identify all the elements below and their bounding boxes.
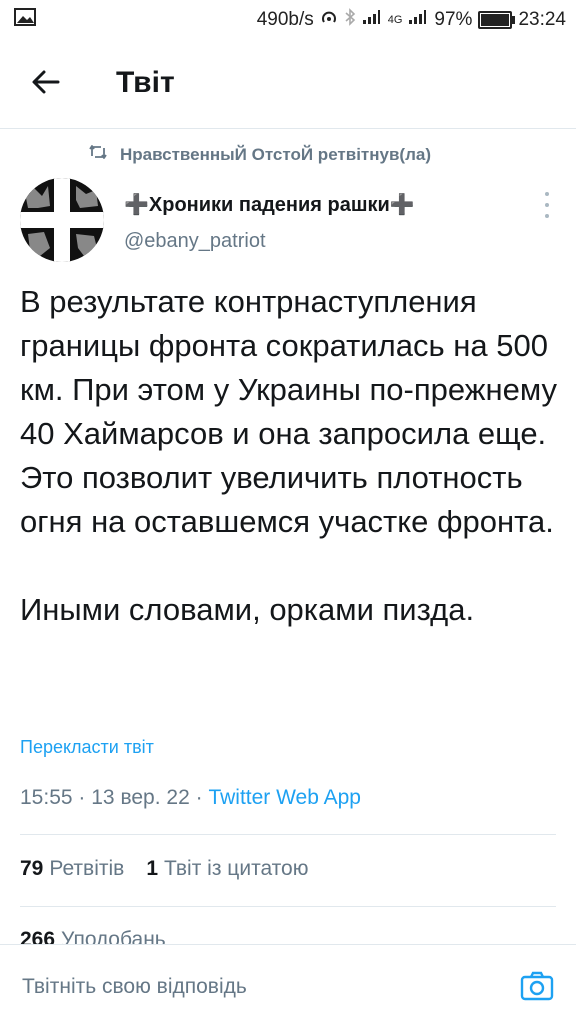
likes-label: Уподобань bbox=[61, 928, 166, 944]
clock: 23:24 bbox=[518, 9, 566, 30]
network-type: 4G bbox=[387, 14, 403, 26]
bluetooth-icon bbox=[344, 8, 356, 32]
tweet-meta: 15:55 · 13 вер. 22 · Twitter Web App bbox=[20, 786, 361, 810]
translate-link[interactable]: Перекласти твіт bbox=[20, 737, 154, 758]
quotes-count: 1 bbox=[146, 857, 158, 880]
meta-separator: · bbox=[78, 786, 86, 809]
hotspot-icon bbox=[320, 8, 338, 32]
retweets-label: Ретвітів bbox=[49, 857, 125, 880]
back-arrow-icon[interactable] bbox=[28, 64, 64, 100]
tweet-date: 13 вер. 22 bbox=[91, 786, 190, 809]
retweets-stat[interactable]: 79 Ретвітів bbox=[20, 857, 124, 881]
reply-bar: Твітніть свою відповідь bbox=[0, 944, 576, 1025]
avatar[interactable] bbox=[20, 178, 104, 262]
retweet-context[interactable]: НравственныЙ ОтстоЙ ретвітнув(ла) bbox=[88, 144, 431, 165]
network-speed: 490b/s bbox=[256, 9, 314, 30]
top-bar: Твіт bbox=[0, 38, 576, 129]
author-name[interactable]: ➕Хроники падения рашки➕ bbox=[124, 192, 415, 217]
more-options-icon[interactable] bbox=[542, 192, 552, 218]
likes-stat[interactable]: 266 Уподобань bbox=[20, 928, 166, 944]
quotes-stat[interactable]: 1 Твіт із цитатою bbox=[146, 857, 308, 881]
divider bbox=[20, 834, 556, 835]
tweet-text: В результате контрнаступления границы фр… bbox=[20, 284, 558, 627]
author-handle[interactable]: @ebany_patriot bbox=[124, 230, 266, 253]
retweet-label: НравственныЙ ОтстоЙ ретвітнув(ла) bbox=[120, 144, 431, 164]
status-bar: 490b/s 4G 97% 23:24 bbox=[0, 0, 576, 38]
battery-percent: 97% bbox=[434, 9, 473, 30]
gallery-icon bbox=[14, 8, 36, 32]
tweet-time: 15:55 bbox=[20, 786, 73, 809]
quotes-label: Твіт із цитатою bbox=[164, 857, 309, 880]
signal-icon bbox=[362, 9, 382, 31]
reply-input[interactable]: Твітніть свою відповідь bbox=[22, 975, 247, 999]
retweet-icon bbox=[88, 144, 108, 165]
tweet-source-link[interactable]: Twitter Web App bbox=[208, 786, 361, 809]
divider-2 bbox=[20, 906, 556, 907]
likes-count: 266 bbox=[20, 928, 56, 944]
retweets-count: 79 bbox=[20, 857, 44, 880]
battery-icon bbox=[478, 11, 516, 29]
signal-icon-2 bbox=[408, 9, 428, 31]
page-title: Твіт bbox=[116, 66, 175, 99]
tweet-stats: 79 Ретвітів 1 Твіт із цитатою bbox=[20, 857, 308, 881]
camera-icon[interactable] bbox=[520, 969, 554, 1003]
meta-separator-2: · bbox=[195, 786, 203, 809]
